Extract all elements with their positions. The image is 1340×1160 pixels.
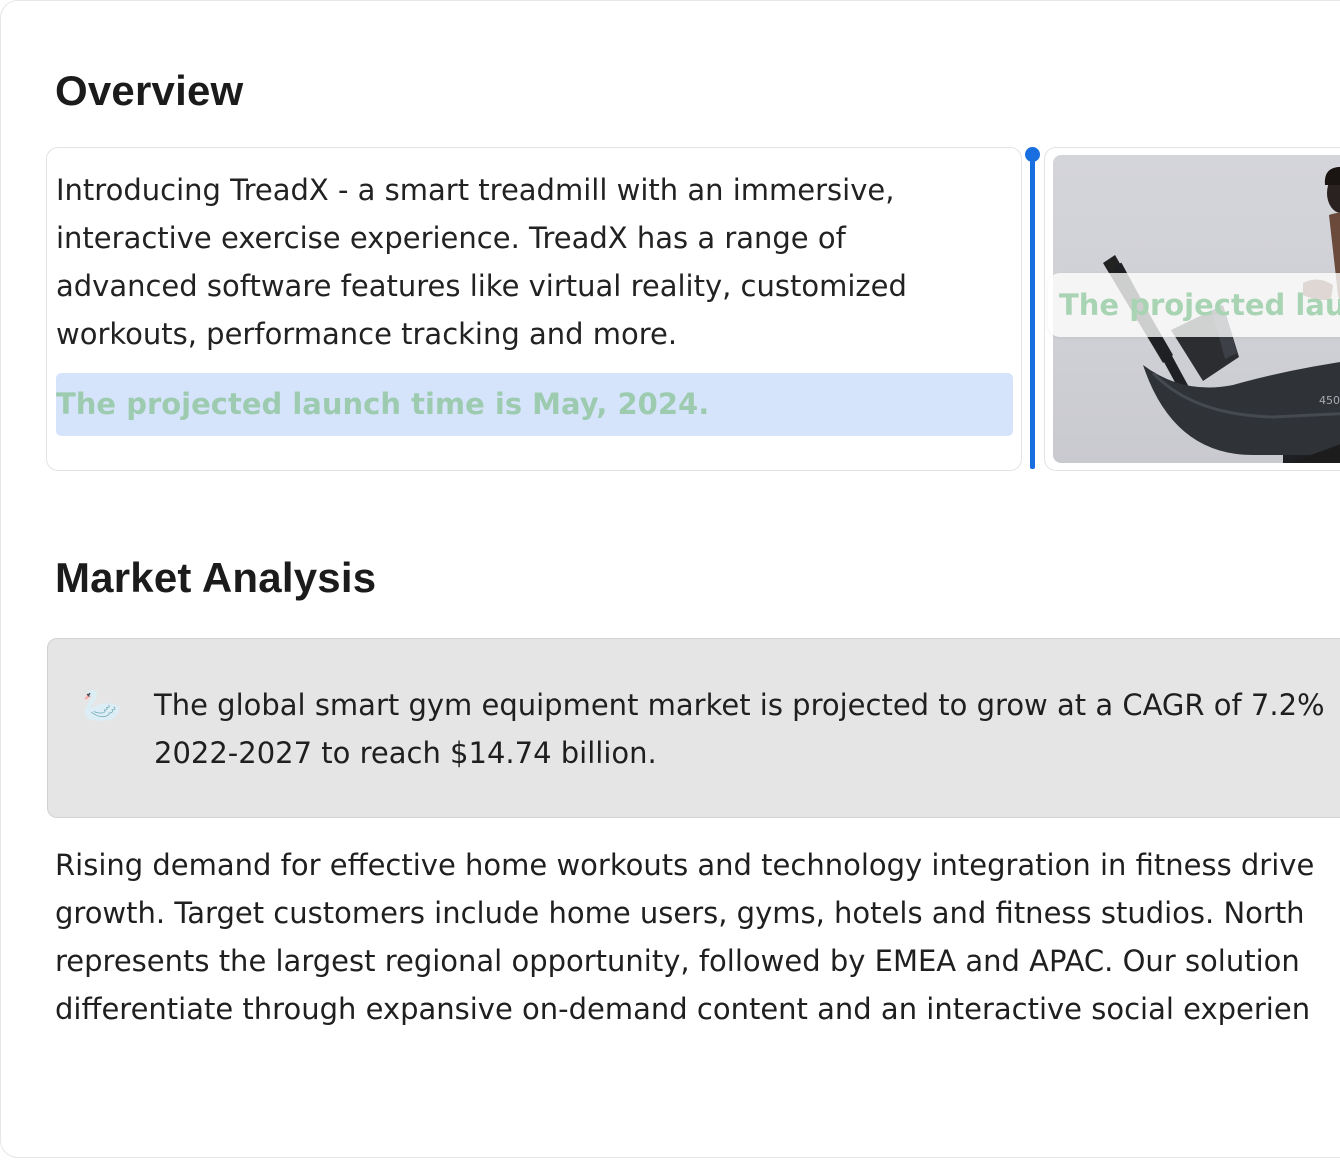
- callout-line: The global smart gym equipment market is…: [154, 688, 1325, 722]
- market-analysis-heading[interactable]: Market Analysis: [55, 554, 376, 602]
- paragraph-line: Introducing TreadX - a smart treadmill w…: [56, 173, 895, 207]
- paragraph-line: represents the largest regional opportun…: [55, 944, 1300, 978]
- treadmill-model-label: 450: [1319, 394, 1340, 407]
- callout-line: 2022-2027 to reach $14.74 billion.: [154, 736, 657, 770]
- paragraph-line: advanced software features like virtual …: [56, 269, 907, 303]
- paragraph-line: Rising demand for effective home workout…: [55, 848, 1315, 882]
- overview-paragraph[interactable]: Introducing TreadX - a smart treadmill w…: [56, 166, 1006, 358]
- market-callout[interactable]: 🦢 The global smart gym equipment market …: [47, 638, 1340, 818]
- drop-indicator-line: [1030, 155, 1035, 469]
- launch-time-text: The projected launch time is May, 2024.: [56, 387, 710, 421]
- swan-icon[interactable]: 🦢: [82, 685, 128, 725]
- drag-ghost-preview: The projected laun: [1048, 273, 1340, 337]
- drag-ghost-text: The projected laun: [1059, 288, 1340, 322]
- market-analysis-paragraph[interactable]: Rising demand for effective home workout…: [55, 841, 1340, 1033]
- overview-heading[interactable]: Overview: [55, 67, 243, 115]
- paragraph-line: interactive exercise experience. TreadX …: [56, 221, 846, 255]
- document-page: Overview Introducing TreadX - a smart tr…: [0, 0, 1340, 1158]
- drop-indicator-dot: [1025, 147, 1040, 162]
- callout-text[interactable]: The global smart gym equipment market is…: [154, 681, 1340, 777]
- paragraph-line: differentiate through expansive on-deman…: [55, 992, 1311, 1026]
- paragraph-line: workouts, performance tracking and more.: [56, 317, 678, 351]
- overview-text-block[interactable]: Introducing TreadX - a smart treadmill w…: [46, 147, 1022, 471]
- launch-time-selected-block[interactable]: The projected launch time is May, 2024.: [56, 373, 1013, 436]
- paragraph-line: growth. Target customers include home us…: [55, 896, 1305, 930]
